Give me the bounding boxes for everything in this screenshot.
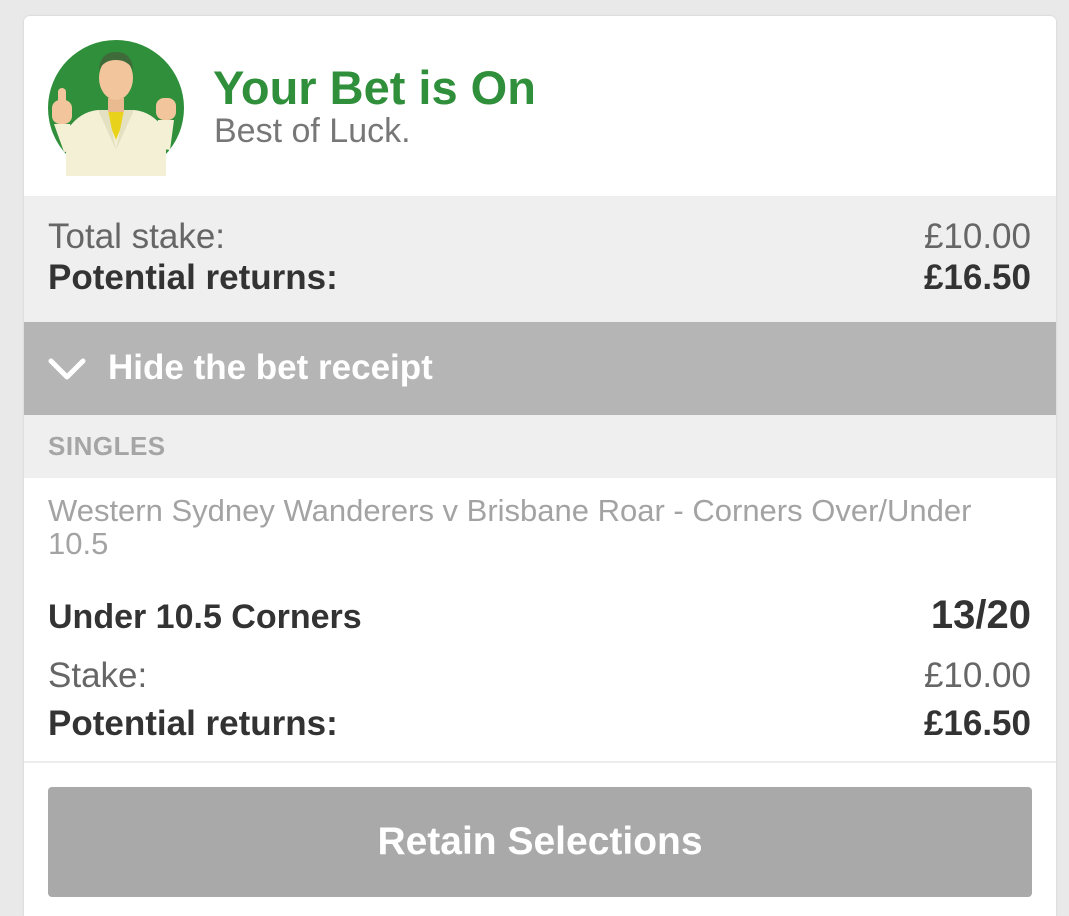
happy-man-avatar-icon bbox=[48, 40, 184, 176]
bet-placed-title: Your Bet is On bbox=[213, 61, 536, 114]
bet-placed-subtitle: Best of Luck. bbox=[214, 112, 411, 150]
bet-confirmation-header: Your Bet is On Best of Luck. bbox=[24, 16, 1056, 196]
total-returns-label: Potential returns: bbox=[48, 258, 338, 297]
hide-bet-receipt-toggle[interactable]: Hide the bet receipt bbox=[24, 322, 1056, 415]
retain-selections-button[interactable]: Retain Selections bbox=[48, 787, 1032, 897]
bet-event-name: Western Sydney Wanderers v Brisbane Roar… bbox=[48, 493, 972, 561]
singles-section-label: SINGLES bbox=[48, 431, 166, 461]
total-stake-value: £10.00 bbox=[923, 217, 1031, 256]
total-stake-label: Total stake: bbox=[48, 217, 226, 256]
bet-returns-value: £16.50 bbox=[923, 704, 1031, 743]
retain-selections-label: Retain Selections bbox=[377, 820, 703, 863]
total-returns-value: £16.50 bbox=[923, 258, 1031, 297]
chevron-down-icon bbox=[48, 358, 86, 380]
singles-section-header: SINGLES bbox=[24, 415, 1056, 478]
bet-stake-label: Stake: bbox=[48, 656, 148, 695]
bet-selection-name: Under 10.5 Corners bbox=[48, 598, 362, 636]
totals-summary: Total stake: £10.00 Potential returns: £… bbox=[24, 196, 1056, 322]
bet-stake-value: £10.00 bbox=[923, 656, 1031, 695]
bet-returns-label: Potential returns: bbox=[48, 704, 338, 743]
bet-odds: 13/20 bbox=[930, 593, 1031, 637]
divider bbox=[24, 761, 1056, 763]
hide-bet-receipt-label: Hide the bet receipt bbox=[108, 348, 433, 387]
bet-receipt-card: Your Bet is On Best of Luck. Total stake… bbox=[24, 16, 1056, 916]
